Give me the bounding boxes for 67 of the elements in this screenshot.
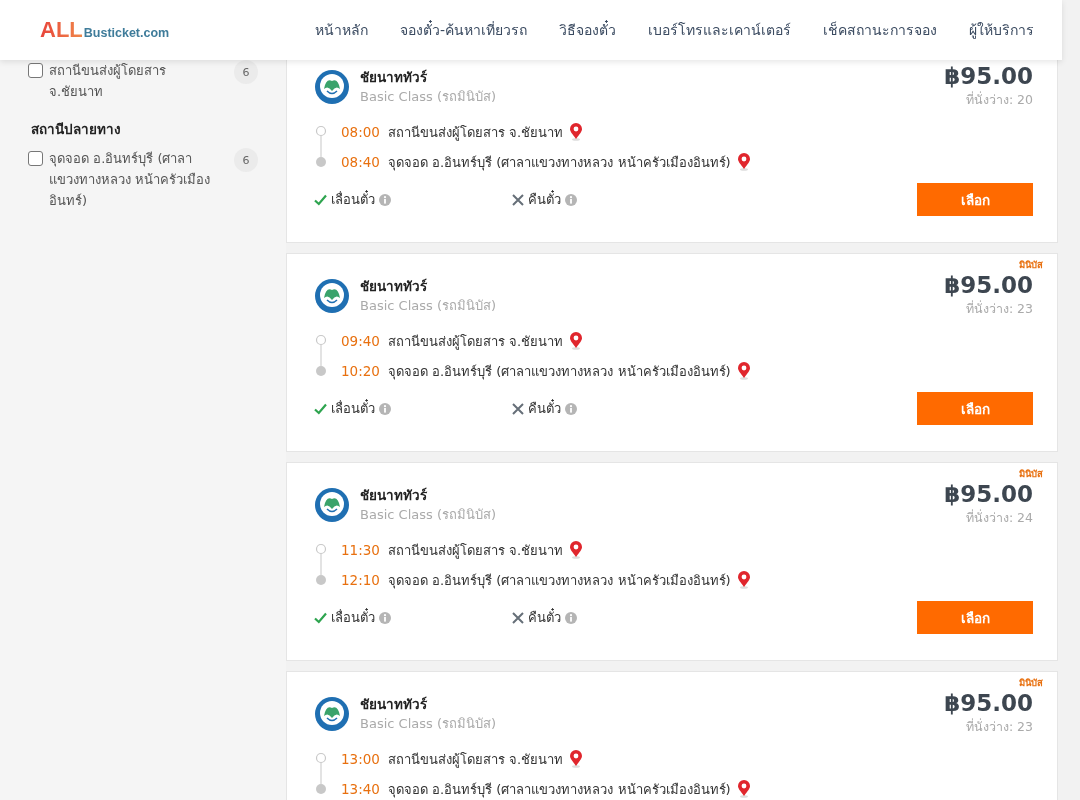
departure-time: 13:40 [341, 781, 380, 797]
departure-time: 12:10 [341, 572, 380, 588]
nav-link[interactable]: เบอร์โทรและเคาน์เตอร์ [648, 19, 791, 41]
ticket-policy-label: คืนตั๋ว [528, 189, 561, 209]
map-pin-icon[interactable] [569, 750, 584, 768]
site-logo[interactable]: ALLBusticket.com [40, 17, 170, 43]
ticket-policy-label: เลื่อนตั๋ว [331, 398, 375, 418]
departure-time: 13:00 [341, 751, 380, 767]
count-badge: 6 [234, 148, 258, 172]
nav-link[interactable]: หน้าหลัก [314, 19, 368, 41]
count-badge: 6 [234, 60, 258, 84]
operator-name: ชัยนาททัวร์ [360, 277, 428, 296]
station-name: จุดจอด อ.อินทร์บุรี (ศาลาแขวงทางหลวง หน้าครัวเมืองอินทร์) [387, 362, 731, 382]
map-pin-icon[interactable] [736, 571, 751, 589]
nav-link[interactable]: วิธีจองตั๋ว [559, 19, 616, 41]
ticket-policy-label: คืนตั๋ว [528, 398, 561, 418]
price: ฿95.00 [944, 271, 1033, 300]
departure-time: 11:30 [341, 542, 380, 558]
departure-time: 09:40 [341, 333, 380, 349]
price: ฿95.00 [944, 62, 1033, 91]
operator-name: ชัยนาททัวร์ [360, 68, 428, 87]
operator-name: ชัยนาททัวร์ [360, 695, 428, 714]
price: ฿95.00 [944, 689, 1033, 718]
bus-class: Basic Class (รถมินิบัส) [360, 715, 497, 733]
bus-type-tag: มินิบัส [1019, 466, 1043, 481]
map-pin-icon[interactable] [569, 332, 584, 350]
bus-type-tag: มินิบัส [1019, 675, 1043, 690]
checkbox[interactable] [28, 63, 43, 78]
station-name: จุดจอด อ.อินทร์บุรี (ศาลาแขวงทางหลวง หน้าครัวเมืองอินทร์) [387, 780, 731, 800]
operator-logo-icon [314, 69, 350, 105]
ticket-policy-label: คืนตั๋ว [528, 607, 561, 627]
bus-class: Basic Class (รถมินิบัส) [360, 88, 497, 106]
filter-heading: สถานีปลายทาง [31, 120, 122, 139]
price: ฿95.00 [944, 480, 1033, 509]
operator-name: ชัยนาททัวร์ [360, 486, 428, 505]
nav-link[interactable]: เช็คสถานะการจอง [823, 19, 937, 41]
checkbox[interactable] [28, 151, 43, 166]
operator-logo-icon [314, 278, 350, 314]
map-pin-icon[interactable] [569, 541, 584, 559]
map-pin-icon[interactable] [736, 153, 751, 171]
station-name: จุดจอด อ.อินทร์บุรี (ศาลาแขวงทางหลวง หน้าครัวเมืองอินทร์) [387, 153, 731, 173]
station-name: จุดจอด อ.อินทร์บุรี (ศาลาแขวงทางหลวง หน้าครัวเมืองอินทร์) [387, 571, 731, 591]
departure-time: 08:00 [341, 124, 380, 140]
bus-class: Basic Class (รถมินิบัส) [360, 506, 497, 524]
map-pin-icon[interactable] [569, 123, 584, 141]
departure-time: 08:40 [341, 154, 380, 170]
seats-available: ที่นั่งว่าง: 24 [964, 509, 1033, 527]
seats-available: ที่นั่งว่าง: 23 [964, 300, 1033, 318]
nav-link[interactable]: จองตั๋ว-ค้นหาเที่ยวรถ [399, 19, 527, 41]
station-name: สถานีขนส่งผู้โดยสาร จ.ชัยนาท [387, 541, 564, 561]
map-pin-icon[interactable] [736, 362, 751, 380]
operator-logo-icon [314, 696, 350, 732]
filter-label: จุดจอด อ.อินทร์บุรี (ศาลาแขวงทางหลวง หน้าครัวเมืองอินทร์) [49, 150, 212, 210]
map-pin-icon[interactable] [736, 780, 751, 798]
nav-link[interactable]: ผู้ให้บริการ [969, 19, 1034, 41]
bus-class: Basic Class (รถมินิบัส) [360, 297, 497, 315]
departure-time: 10:20 [341, 363, 380, 379]
filter-label: สถานีขนส่งผู้โดยสาร จ.ชัยนาท [49, 62, 167, 101]
ticket-policy-label: เลื่อนตั๋ว [331, 607, 375, 627]
operator-logo-icon [314, 487, 350, 523]
station-name: สถานีขนส่งผู้โดยสาร จ.ชัยนาท [387, 750, 564, 770]
seats-available: ที่นั่งว่าง: 23 [964, 718, 1033, 736]
ticket-policy-label: เลื่อนตั๋ว [331, 189, 375, 209]
seats-available: ที่นั่งว่าง: 20 [964, 91, 1033, 109]
station-name: สถานีขนส่งผู้โดยสาร จ.ชัยนาท [387, 332, 564, 352]
bus-type-tag: มินิบัส [1019, 257, 1043, 272]
station-name: สถานีขนส่งผู้โดยสาร จ.ชัยนาท [387, 123, 564, 143]
